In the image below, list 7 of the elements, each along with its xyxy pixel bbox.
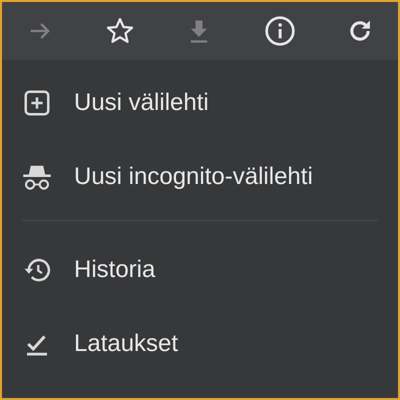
star-icon	[104, 16, 134, 46]
menu-item[interactable]: Uusi välilehti	[2, 66, 398, 140]
menu-item[interactable]: Lataukset	[2, 307, 398, 381]
menu-item[interactable]: Historia	[2, 233, 398, 307]
plus-square-icon	[22, 88, 52, 118]
menu-item[interactable]: Uusi incognito-välilehti	[2, 140, 398, 214]
info-icon	[264, 15, 296, 47]
